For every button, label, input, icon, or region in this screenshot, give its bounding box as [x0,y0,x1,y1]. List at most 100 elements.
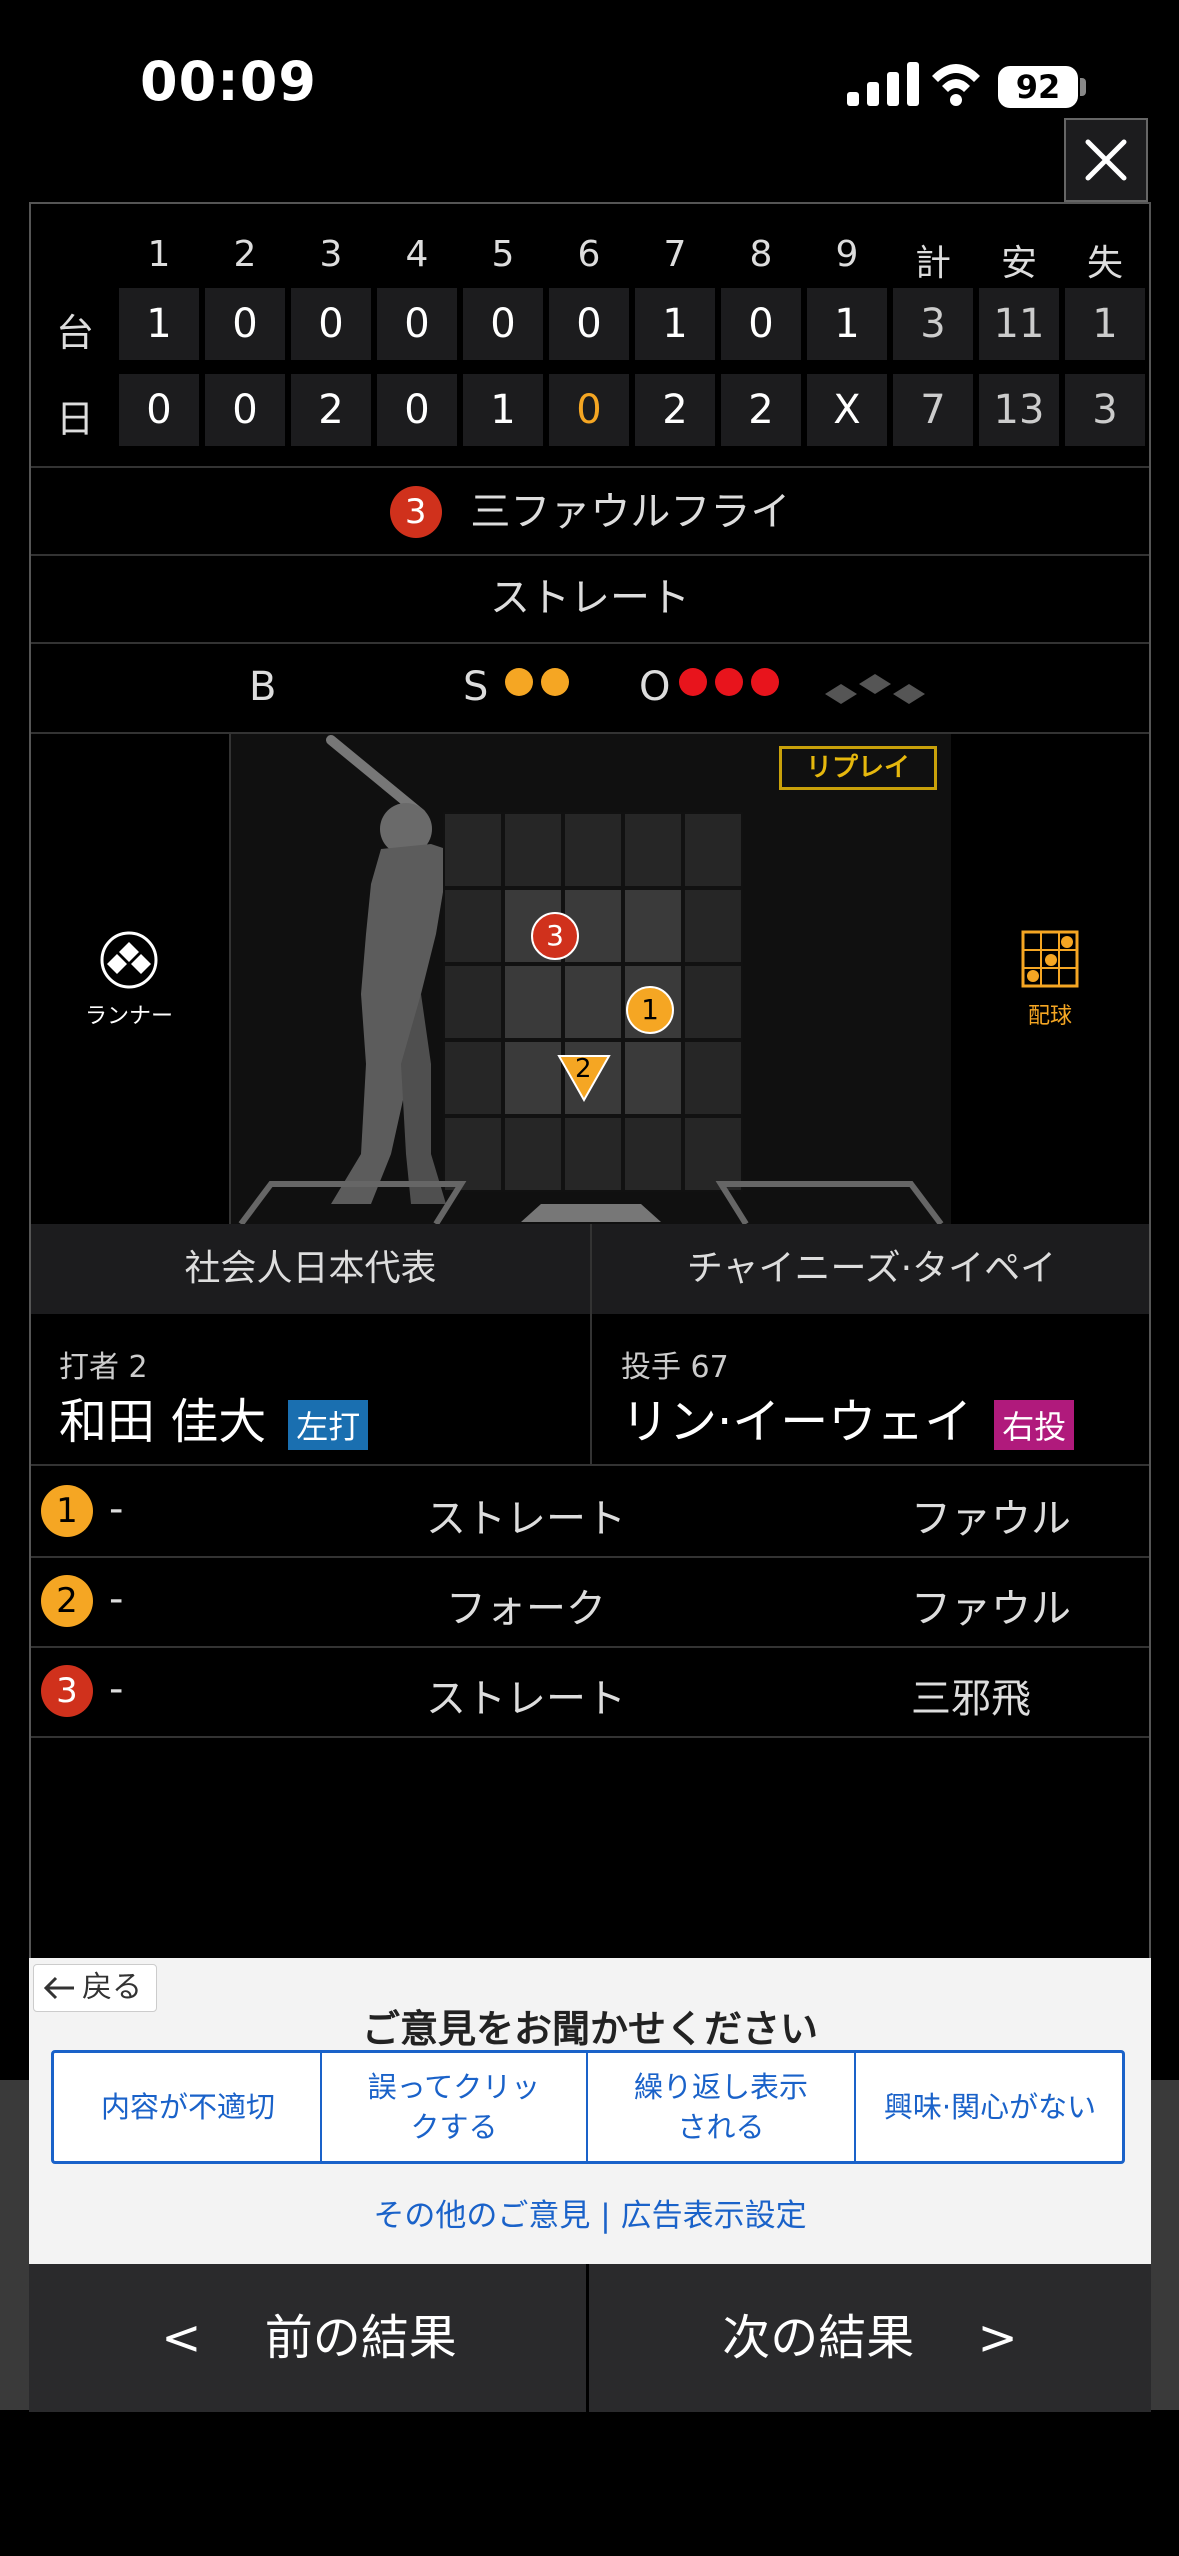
inning-header: 安 [1000,243,1037,284]
batter-label: 打者 2 [59,1350,148,1385]
score-cell: 0 [291,288,371,360]
batter-name-line: 和田 佳大 左打 [59,1382,369,1452]
divider [590,1314,592,1464]
inning-header: 2 [233,234,257,275]
ball-label: B [249,664,277,710]
pitch-type: フォーク [446,1586,606,1632]
score-cell: 0 [377,288,457,360]
divider [586,2264,589,2412]
pitch-result: 三邪飛 [911,1676,1031,1722]
score-cell: 11 [979,288,1059,360]
batter-name: 和田 佳大 [59,1394,267,1450]
pitcher-hand-badge: 右投 [994,1400,1075,1450]
pitch-list-row[interactable]: 1- ストレート ファウル [31,1466,1149,1558]
close-button[interactable] [1064,118,1148,202]
inning-header: 7 [663,234,687,275]
score-cell: 0 [205,288,285,360]
home-plate-area [238,1181,944,1224]
zone-cell [503,964,563,1040]
zone-cell [563,964,623,1040]
battery-indicator: 92 [998,66,1078,108]
score-cell: 0 [463,288,543,360]
score-cell: X [807,374,887,446]
pitcher-name: リン·イーウェイ [621,1394,973,1450]
zone-cell [683,964,743,1040]
pitch-list-row[interactable]: 3- ストレート 三邪飛 [31,1646,1149,1738]
team-names: 社会人日本代表 チャイニーズ·タイペイ [31,1224,1149,1314]
zone-cell [623,888,683,964]
runner-area[interactable]: ランナー [31,734,227,1224]
scoreboard: 1 2 3 4 5 6 7 8 9 計安失台 1 0 0 0 0 0 1 0 1 3 11 1 日 0 0 2 0 1 0 2 2 X 7 13 3 [31,204,1149,466]
runner-icon [100,931,158,989]
zone-cell [443,1040,503,1116]
strike-dots [501,668,573,696]
pitch-marker-1[interactable]: 1 [626,986,674,1034]
pitch-number-badge: 3 [41,1665,93,1717]
pitch-field: ランナー 3 1 2 リプレイ 配球 [31,734,1149,1224]
ad-feedback-title: ご意見をお聞かせください [361,2007,818,2051]
pitch-speed: - [109,1576,124,1622]
pitch-number-badge: 1 [41,1485,93,1537]
pitch-result: ファウル [911,1586,1071,1632]
prev-result-button[interactable]: < 前の結果 [29,2264,589,2412]
zone-cell [683,812,743,888]
inning-header: 1 [147,234,171,275]
pitcher-label: 投手 67 [621,1350,729,1385]
strike-dot [541,668,569,696]
ad-option-not-interested[interactable]: 興味·関心がない [856,2053,1124,2161]
result-navigation: < 前の結果 次の結果 > [29,2264,1151,2412]
zone-cell [623,812,683,888]
pitch-type-label: ストレート [490,575,690,621]
score-cell: 7 [893,374,973,446]
team-abbr: 日 [55,397,94,441]
ad-option-inappropriate[interactable]: 内容が不適切 [54,2053,322,2161]
battery-nub [1080,78,1086,96]
next-result-button[interactable]: 次の結果 > [590,2264,1150,2412]
score-cell: 0 [721,288,801,360]
background-edge-left [0,2080,29,2410]
cellular-signal-icon [847,62,919,106]
close-icon [1085,139,1127,181]
score-cell: 0 [377,374,457,446]
zone-cell [443,888,503,964]
status-time: 00:09 [140,50,317,113]
ad-feedback-panel: 戻る ご意見をお聞かせください 内容が不適切 誤ってクリックする 繰り返し表示さ… [29,1958,1151,2264]
ad-links[interactable]: その他のご意見 | 広告表示設定 [29,2190,1151,2235]
ad-option-repetitive[interactable]: 繰り返し表示される [588,2053,854,2161]
score-cell: 0 [119,374,199,446]
replay-button[interactable]: リプレイ [779,746,937,790]
score-cell: 1 [463,374,543,446]
pitcher-name-line: リン·イーウェイ 右投 [621,1382,1075,1452]
zone-cell [623,1040,683,1116]
score-cell: 3 [893,288,973,360]
pattern-area[interactable]: 配球 [951,734,1149,1224]
pitching-team: チャイニーズ·タイペイ [686,1248,1057,1289]
pitch-pattern-label: 配球 [1027,1004,1072,1029]
score-cell: 13 [979,374,1059,446]
score-cell: 2 [635,374,715,446]
out-dot [679,668,707,696]
zone-cell [443,964,503,1040]
pitch-result: ファウル [911,1496,1071,1542]
score-cell: 1 [635,288,715,360]
out-dots [675,668,783,696]
inning-header: 3 [319,234,343,275]
pitch-type: ストレート [426,1676,626,1722]
score-cell: 0 [549,288,629,360]
ad-option-misclick[interactable]: 誤ってクリックする [322,2053,586,2161]
team-abbr: 台 [55,311,94,355]
runner-label: ランナー [84,1004,173,1029]
score-cell: 2 [291,374,371,446]
pitch-list-row[interactable]: 2- フォーク ファウル [31,1556,1149,1648]
score-cell: 1 [119,288,199,360]
pitch-marker-2-label: 2 [575,1054,592,1084]
zone-cell [683,888,743,964]
pitch-number-badge: 2 [41,1575,93,1627]
score-cell: 2 [721,374,801,446]
inning-header: 6 [577,234,601,275]
score-cell: 0 [549,374,629,446]
score-cell: 1 [807,288,887,360]
zone-cell [503,812,563,888]
pitch-marker-3[interactable]: 3 [531,912,579,960]
players-row: 打者 2 和田 佳大 左打 投手 67 リン·イーウェイ 右投 [31,1314,1149,1464]
